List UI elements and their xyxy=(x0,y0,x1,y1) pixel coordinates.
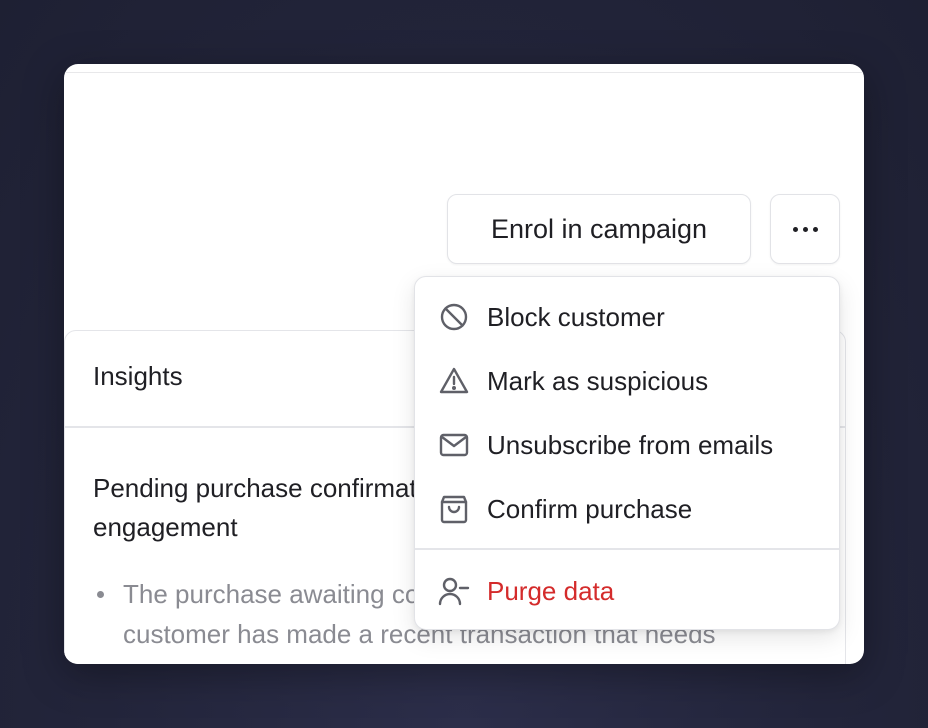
menu-item-purge-data[interactable]: Purge data xyxy=(415,563,839,619)
menu-item-label: Mark as suspicious xyxy=(487,365,709,396)
warning-icon xyxy=(437,364,471,398)
header-divider xyxy=(64,72,864,73)
more-actions-button[interactable] xyxy=(770,194,840,264)
shopping-bag-icon xyxy=(437,492,471,526)
menu-item-mark-suspicious[interactable]: Mark as suspicious xyxy=(415,353,839,409)
menu-item-label: Block customer xyxy=(487,301,665,332)
more-actions-menu: Block customer Mark as suspicious Unsubs… xyxy=(414,276,840,630)
menu-item-label: Confirm purchase xyxy=(487,493,693,524)
menu-item-confirm-purchase[interactable]: Confirm purchase xyxy=(415,481,839,537)
enrol-in-campaign-button[interactable]: Enrol in campaign xyxy=(447,194,751,264)
more-horizontal-icon xyxy=(790,226,820,232)
block-icon xyxy=(437,300,471,334)
menu-divider xyxy=(415,548,839,550)
menu-item-block-customer[interactable]: Block customer xyxy=(415,289,839,345)
customer-panel: Enrol in campaign Insights Pending purch… xyxy=(64,64,864,664)
menu-item-label: Purge data xyxy=(487,575,615,606)
menu-item-unsubscribe[interactable]: Unsubscribe from emails xyxy=(415,417,839,473)
insights-title: Insights xyxy=(93,361,183,391)
menu-item-label: Unsubscribe from emails xyxy=(487,429,774,460)
enrol-button-label: Enrol in campaign xyxy=(490,213,708,244)
mail-icon xyxy=(437,428,471,462)
user-minus-icon xyxy=(437,574,471,608)
